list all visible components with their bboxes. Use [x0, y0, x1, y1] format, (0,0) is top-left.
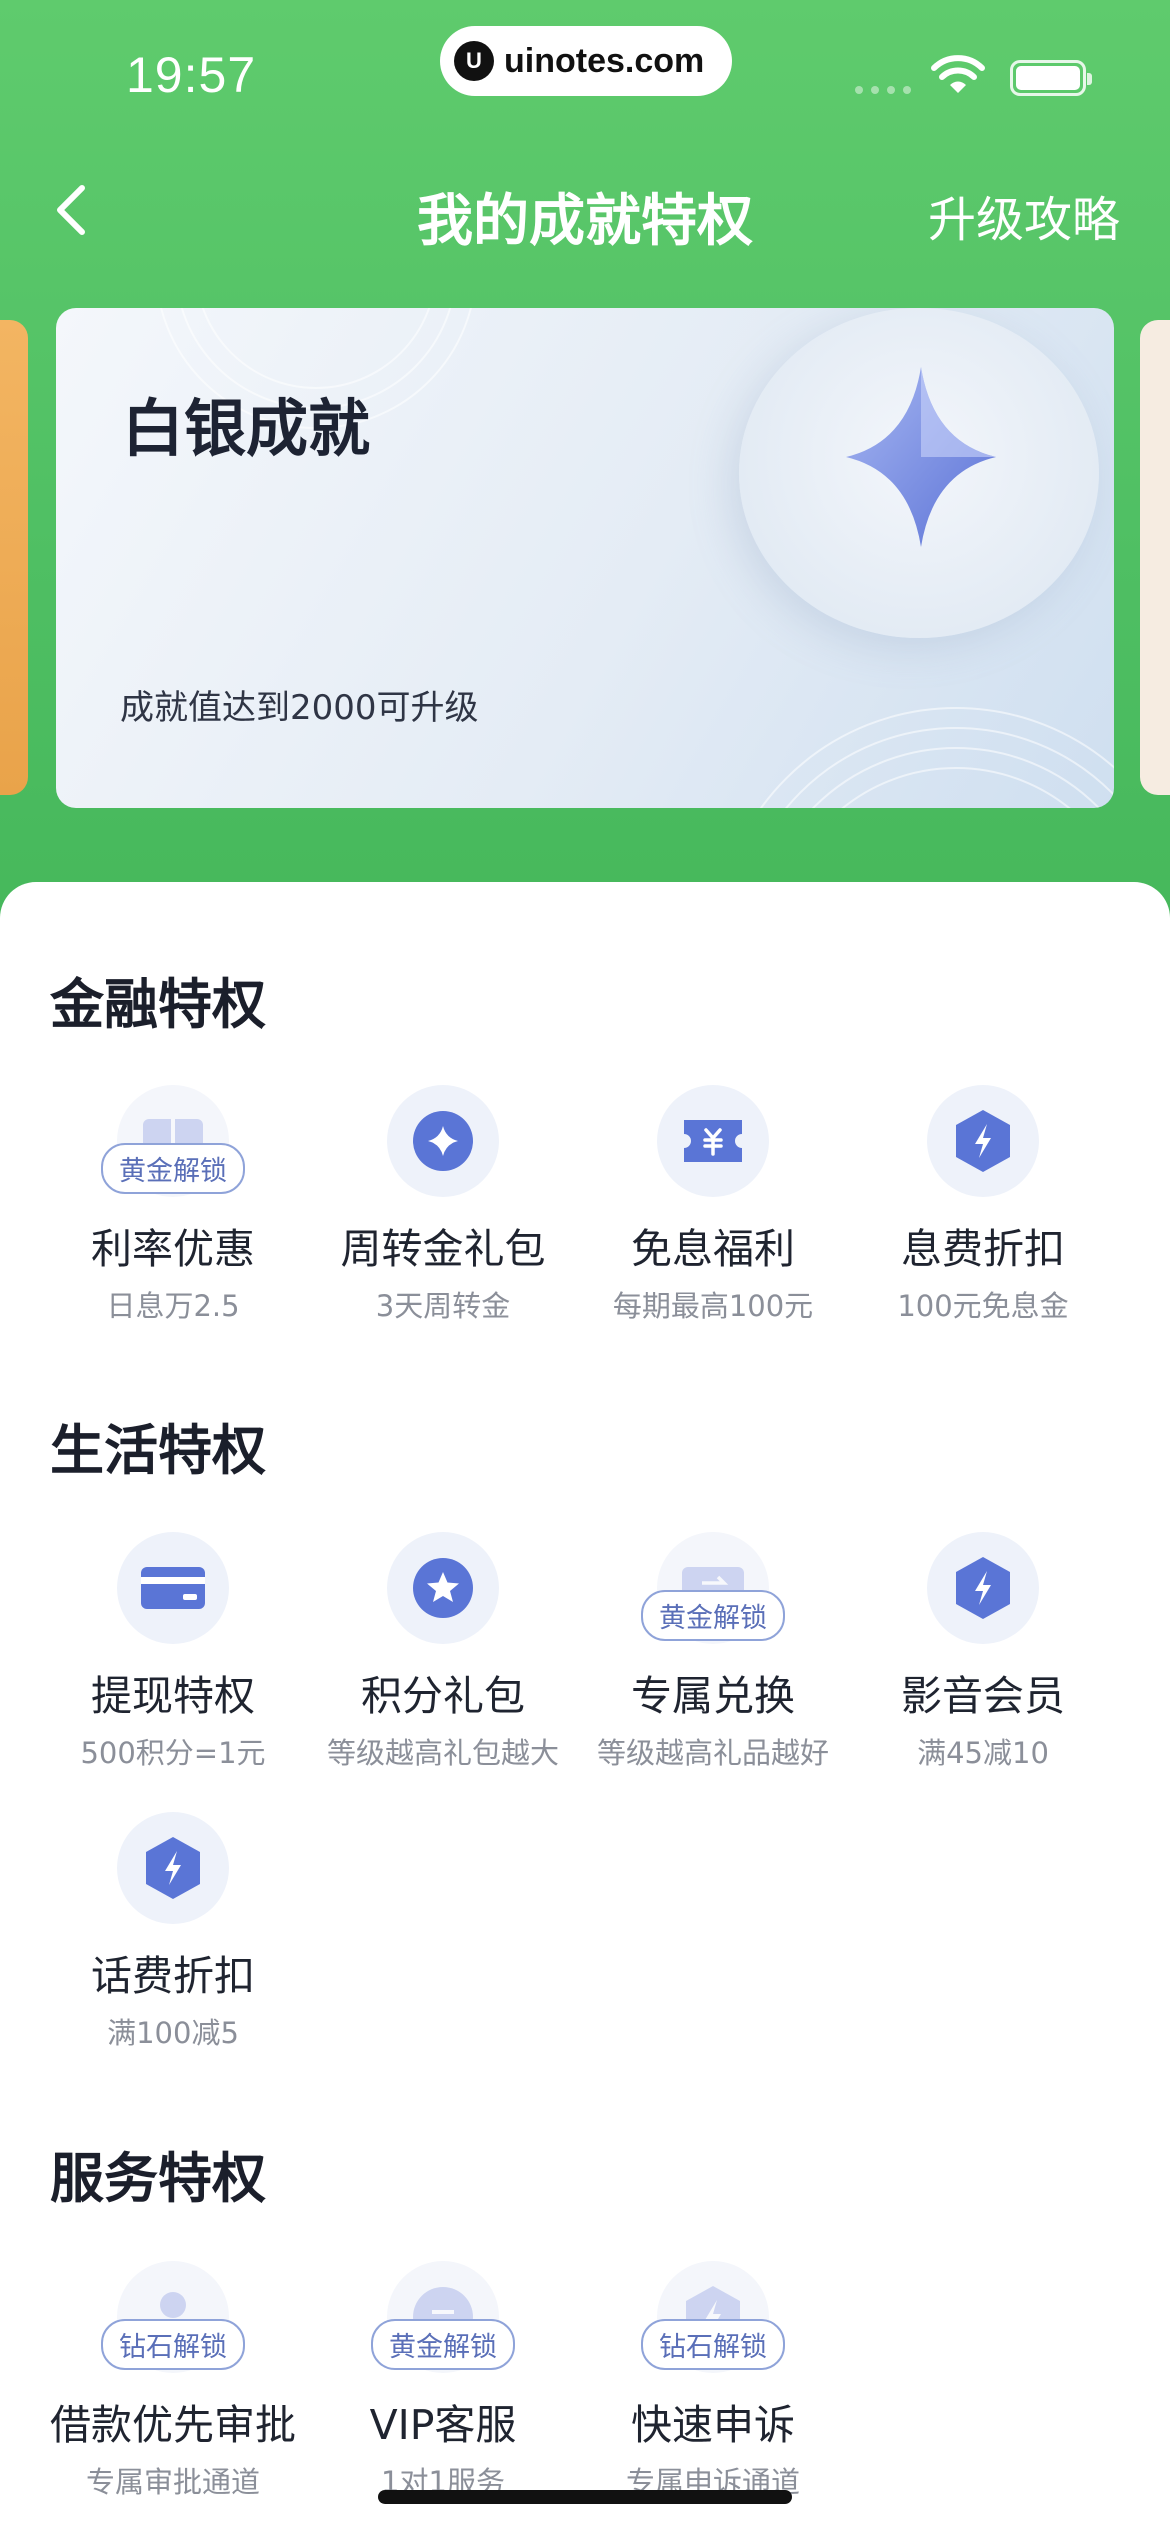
privilege-name: 免息福利 — [631, 1225, 795, 1273]
privilege-desc: 专属审批通道 — [85, 2465, 260, 2499]
privilege-withdraw[interactable]: 提现特权 500积分=1元 — [38, 1532, 308, 1772]
privilege-exclusive-exchange[interactable]: 黄金解锁 专属兑换 等级越高礼品越好 — [578, 1532, 848, 1772]
privilege-media-membership[interactable]: 影音会员 满45减10 — [848, 1532, 1118, 1772]
privilege-name: 专属兑换 — [631, 1672, 795, 1720]
lightning-hexagon-icon — [956, 1110, 1010, 1172]
lightning-hexagon-icon — [146, 1837, 200, 1899]
signal-dots-icon — [855, 86, 911, 94]
site-logo-icon: U — [454, 41, 494, 81]
url-text: uinotes.com — [504, 41, 705, 80]
section-title-finance: 金融特权 — [50, 973, 266, 1036]
unlock-badge: 钻石解锁 — [101, 2319, 245, 2370]
section-title-service: 服务特权 — [50, 2147, 266, 2210]
status-time: 19:57 — [126, 47, 257, 103]
star-icon — [413, 1558, 473, 1618]
prev-level-card[interactable] — [0, 320, 28, 795]
privilege-name: 话费折扣 — [91, 1952, 255, 2000]
privilege-name: 息费折扣 — [901, 1225, 1065, 1273]
privilege-desc: 3天周转金 — [375, 1289, 511, 1323]
unlock-badge: 钻石解锁 — [641, 2319, 785, 2370]
url-pill: U uinotes.com — [440, 26, 732, 96]
privilege-desc: 每期最高100元 — [612, 1289, 814, 1323]
battery-icon — [1010, 60, 1092, 96]
privilege-fee-discount[interactable]: 息费折扣 100元免息金 — [848, 1085, 1118, 1325]
unlock-badge: 黄金解锁 — [641, 1590, 785, 1641]
privilege-rate-discount[interactable]: 黄金解锁 利率优惠 日息万2.5 — [38, 1085, 308, 1325]
privilege-name: 利率优惠 — [91, 1225, 255, 1273]
privilege-name: VIP客服 — [369, 2401, 517, 2449]
level-title: 白银成就 — [122, 392, 371, 465]
privilege-desc: 满100减5 — [107, 2016, 239, 2050]
privilege-desc: 100元免息金 — [897, 1289, 1069, 1323]
privilege-desc: 满45减10 — [917, 1736, 1049, 1770]
unlock-badge: 黄金解锁 — [371, 2319, 515, 2370]
section-title-life: 生活特权 — [50, 1419, 266, 1482]
privilege-turnover-package[interactable]: 周转金礼包 3天周转金 — [308, 1085, 578, 1325]
privilege-phone-bill-discount[interactable]: 话费折扣 满100减5 — [38, 1812, 308, 2052]
privilege-interest-free[interactable]: 免息福利 每期最高100元 — [578, 1085, 848, 1325]
privilege-name: 借款优先审批 — [50, 2401, 296, 2449]
unlock-badge: 黄金解锁 — [101, 1143, 245, 1194]
sparkle-icon — [413, 1111, 473, 1171]
wifi-icon — [931, 55, 985, 93]
privilege-desc: 等级越高礼品越好 — [596, 1736, 829, 1770]
silver-star-icon — [846, 367, 996, 547]
privilege-name: 提现特权 — [91, 1672, 255, 1720]
privilege-vip-service[interactable]: 黄金解锁 VIP客服 1对1服务 — [308, 2261, 578, 2501]
achievement-card[interactable]: 白银成就 成就值达到2000可升级 — [56, 308, 1114, 808]
privilege-points-package[interactable]: 积分礼包 等级越高礼包越大 — [308, 1532, 578, 1772]
card-icon — [141, 1567, 205, 1609]
privilege-desc: 日息万2.5 — [106, 1289, 240, 1323]
privilege-desc: 等级越高礼包越大 — [326, 1736, 559, 1770]
privilege-fast-appeal[interactable]: 钻石解锁 快速申诉 专属申诉通道 — [578, 2261, 848, 2501]
lightning-hexagon-icon — [956, 1557, 1010, 1619]
privilege-name: 快速申诉 — [631, 2401, 795, 2449]
level-requirement: 成就值达到2000可升级 — [120, 688, 479, 728]
home-indicator[interactable] — [378, 2490, 792, 2504]
privilege-name: 积分礼包 — [361, 1672, 525, 1720]
next-level-card[interactable] — [1140, 320, 1170, 795]
privilege-desc: 500积分=1元 — [80, 1736, 266, 1770]
privilege-name: 影音会员 — [901, 1672, 1065, 1720]
privilege-priority-approval[interactable]: 钻石解锁 借款优先审批 专属审批通道 — [38, 2261, 308, 2501]
yuan-coupon-icon — [684, 1120, 742, 1162]
upgrade-guide-link[interactable]: 升级攻略 — [928, 180, 1120, 250]
privilege-name: 周转金礼包 — [340, 1225, 546, 1273]
